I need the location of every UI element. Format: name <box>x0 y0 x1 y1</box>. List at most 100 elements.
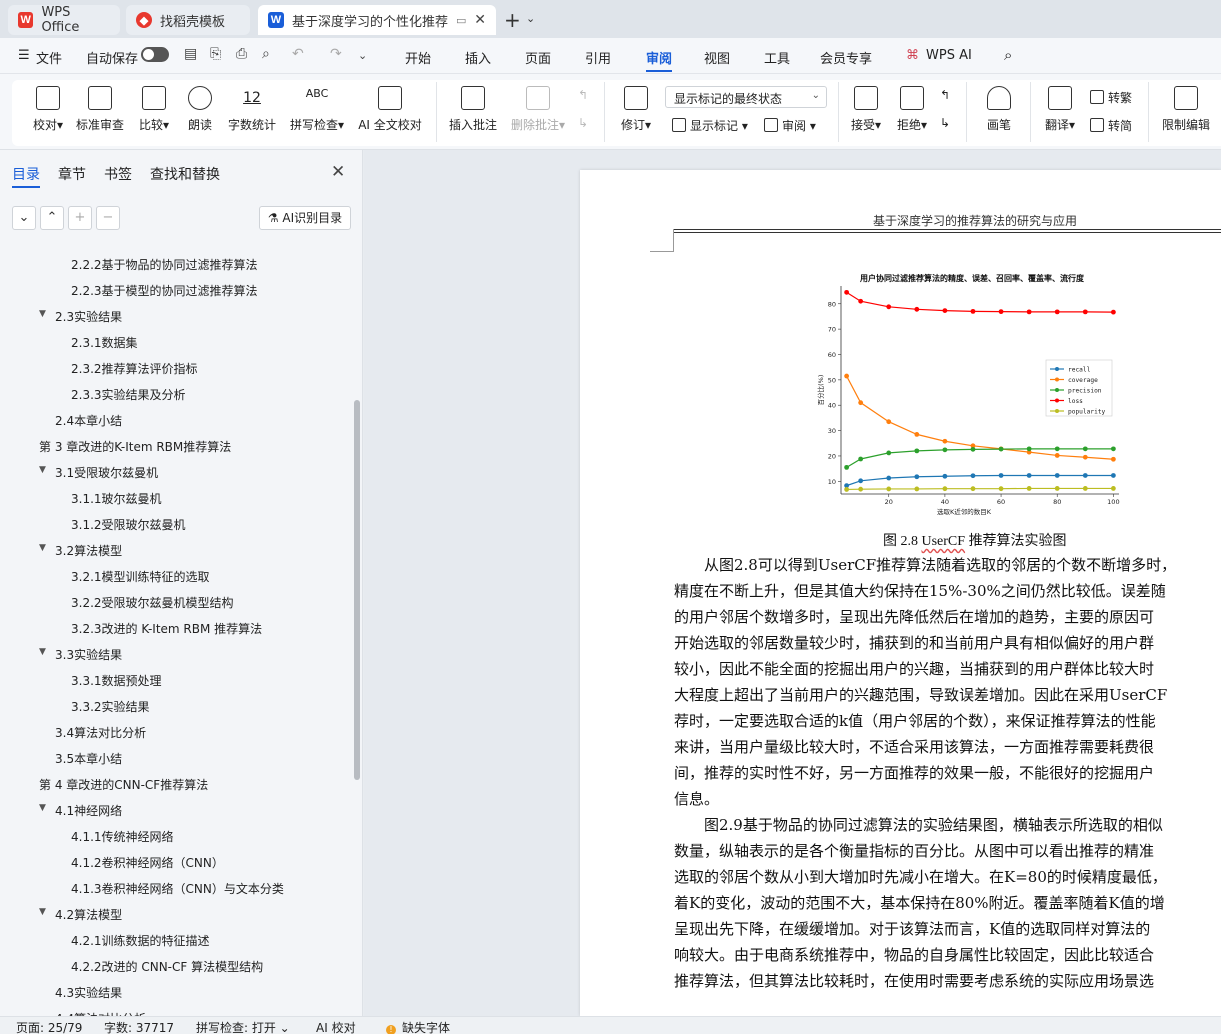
ai-check-status[interactable]: AI 校对 <box>316 1019 356 1034</box>
toc-item[interactable]: 4.1.1传统神经网络 <box>71 828 174 845</box>
toc-item[interactable]: 4.2.2改进的 CNN-CF 算法模型结构 <box>71 958 263 975</box>
toc-item[interactable]: ▼ 2.3实验结果 <box>39 308 122 325</box>
toc-item[interactable]: ▼ 4.2算法模型 <box>39 906 122 923</box>
read-aloud-button[interactable]: 朗读 <box>184 86 216 133</box>
menu-member[interactable]: 会员专享 <box>820 48 872 67</box>
tab-bookmarks[interactable]: 书签 <box>104 164 132 184</box>
toc-item[interactable]: 4.2.1训练数据的特征描述 <box>71 932 210 949</box>
page-indicator[interactable]: 页面: 25/79 <box>16 1019 82 1034</box>
quick-access-dropdown-icon[interactable]: ⌄ <box>358 49 367 62</box>
tab-daoke-templates[interactable]: ◆ 找稻壳模板 <box>126 5 250 35</box>
toc-scrollbar[interactable] <box>354 400 360 780</box>
review-pane-button[interactable]: 审阅 ▾ <box>764 117 816 134</box>
tab-find-replace[interactable]: 查找和替换 <box>150 164 220 184</box>
toc-item[interactable]: ▼ 3.2算法模型 <box>39 542 122 559</box>
toc-item[interactable]: 4.3实验结果 <box>55 984 122 1001</box>
search-icon[interactable]: ⌕ <box>1004 46 1012 64</box>
toc-item[interactable]: 2.4本章小结 <box>55 412 122 429</box>
restrict-edit-button[interactable]: 限制编辑 <box>1158 86 1214 133</box>
toc-item[interactable]: 4.1.3卷积神经网络（CNN）与文本分类 <box>71 880 284 897</box>
collapse-arrow-icon[interactable]: ▼ <box>39 309 46 319</box>
menu-tools[interactable]: 工具 <box>764 48 790 67</box>
toc-item[interactable]: 3.5本章小结 <box>55 750 122 767</box>
redo-icon[interactable]: ↷ <box>330 46 342 62</box>
word-count-indicator[interactable]: 字数: 37717 <box>104 1019 174 1034</box>
ai-toc-button[interactable]: ⚗ AI识别目录 <box>259 206 351 230</box>
toc-item[interactable]: 3.1.2受限玻尔兹曼机 <box>71 516 186 533</box>
collapse-up-icon[interactable]: ⌃ <box>40 206 64 230</box>
toc-item[interactable]: 2.3.3实验结果及分析 <box>71 386 186 403</box>
toc-item[interactable]: 3.2.2受限玻尔兹曼机模型结构 <box>71 594 234 611</box>
toc-item[interactable]: ▼ 4.1神经网络 <box>39 802 122 819</box>
file-menu[interactable]: 文件 <box>36 48 62 67</box>
ai-proofread-button[interactable]: AI 全文校对 <box>356 86 424 133</box>
compare-button[interactable]: 比较▾ <box>134 86 174 133</box>
undo-icon[interactable]: ↶ <box>292 46 304 62</box>
proofread-button[interactable]: 校对▾ <box>28 86 68 133</box>
accept-button[interactable]: 接受▾ <box>846 86 886 133</box>
missing-font-status[interactable]: ! 缺失字体 <box>386 1019 450 1034</box>
autosave-toggle[interactable] <box>141 47 169 62</box>
menu-page[interactable]: 页面 <box>525 48 551 67</box>
print-preview-icon[interactable]: ⌕ <box>262 46 270 62</box>
expand-down-icon[interactable]: ⌄ <box>12 206 36 230</box>
chevron-down-icon[interactable]: ⌄ <box>526 12 535 25</box>
menu-view[interactable]: 视图 <box>704 48 730 67</box>
collapse-arrow-icon[interactable]: ▼ <box>39 465 46 475</box>
toc-item[interactable]: ▼ 3.3实验结果 <box>39 646 122 663</box>
tab-sections[interactable]: 章节 <box>58 164 86 184</box>
collapse-arrow-icon[interactable]: ▼ <box>39 803 46 813</box>
menu-start[interactable]: 开始 <box>405 48 431 67</box>
standard-review-button[interactable]: 标准审查 <box>74 86 126 133</box>
toc-item[interactable]: 第 3 章改进的K-Item RBM推荐算法 <box>39 438 231 455</box>
next-change-icon[interactable]: ↳ <box>940 116 950 130</box>
word-count-button[interactable]: 12 字数统计 <box>226 86 278 133</box>
window-mode-icon[interactable]: ▭ <box>456 14 466 27</box>
spell-check-button[interactable]: ABC 拼写检查▾ <box>286 86 348 133</box>
tab-wps-office[interactable]: W WPS Office <box>8 5 120 35</box>
menu-review[interactable]: 审阅 <box>646 48 672 67</box>
new-tab-icon[interactable]: + <box>504 8 521 32</box>
show-markup-button[interactable]: 显示标记 ▾ <box>672 117 748 134</box>
close-tab-icon[interactable]: ✕ <box>474 12 486 28</box>
toc-item[interactable]: 3.2.3改进的 K-Item RBM 推荐算法 <box>71 620 262 637</box>
to-simplified-button[interactable]: 转简 <box>1090 117 1132 134</box>
toc-item[interactable]: 3.3.2实验结果 <box>71 698 150 715</box>
delete-comment-button[interactable]: 删除批注▾ <box>506 86 570 133</box>
remove-level-icon[interactable]: − <box>96 206 120 230</box>
tab-toc[interactable]: 目录 <box>12 164 40 184</box>
toc-item[interactable]: ▼ 3.1受限玻尔兹曼机 <box>39 464 158 481</box>
toc-item[interactable]: 3.4算法对比分析 <box>55 724 146 741</box>
next-comment-icon[interactable]: ↳ <box>578 116 588 130</box>
export-icon[interactable]: ⎘ <box>210 46 221 62</box>
toc-item[interactable]: 2.2.3基于模型的协同过滤推荐算法 <box>71 282 258 299</box>
hamburger-icon[interactable]: ☰ <box>18 48 30 63</box>
tab-document[interactable]: W 基于深度学习的个性化推荐算 ▭ ✕ <box>258 5 496 35</box>
pen-button[interactable]: 画笔 <box>982 86 1016 133</box>
collapse-arrow-icon[interactable]: ▼ <box>39 543 46 553</box>
toc-item[interactable]: 2.2.2基于物品的协同过滤推荐算法 <box>71 256 258 273</box>
menu-reference[interactable]: 引用 <box>585 48 611 67</box>
collapse-arrow-icon[interactable]: ▼ <box>39 907 46 917</box>
spell-check-status[interactable]: 拼写检查: 打开 ⌄ <box>196 1019 290 1034</box>
toc-item[interactable]: 2.3.1数据集 <box>71 334 138 351</box>
to-traditional-button[interactable]: 转繁 <box>1090 89 1132 106</box>
close-pane-icon[interactable]: ✕ <box>331 162 345 182</box>
previous-change-icon[interactable]: ↰ <box>940 88 950 102</box>
menu-wps-ai[interactable]: WPS AI <box>926 48 972 63</box>
add-level-icon[interactable]: + <box>68 206 92 230</box>
previous-comment-icon[interactable]: ↰ <box>578 88 588 102</box>
toc-item[interactable]: 3.3.1数据预处理 <box>71 672 162 689</box>
track-changes-button[interactable]: 修订▾ <box>616 86 656 133</box>
save-icon[interactable]: ▤ <box>184 46 197 62</box>
toc-item[interactable]: 3.2.1模型训练特征的选取 <box>71 568 210 585</box>
insert-comment-button[interactable]: 插入批注 <box>446 86 500 133</box>
translate-button[interactable]: 翻译▾ <box>1040 86 1080 133</box>
markup-state-select[interactable]: 显示标记的最终状态 ⌄ <box>665 86 827 108</box>
toc-item[interactable]: 4.1.2卷积神经网络（CNN） <box>71 854 224 871</box>
toc-item[interactable]: 2.3.2推荐算法评价指标 <box>71 360 198 377</box>
toc-item[interactable]: 3.1.1玻尔兹曼机 <box>71 490 162 507</box>
print-icon[interactable]: ⎙ <box>236 46 247 62</box>
reject-button[interactable]: 拒绝▾ <box>892 86 932 133</box>
menu-insert[interactable]: 插入 <box>465 48 491 67</box>
